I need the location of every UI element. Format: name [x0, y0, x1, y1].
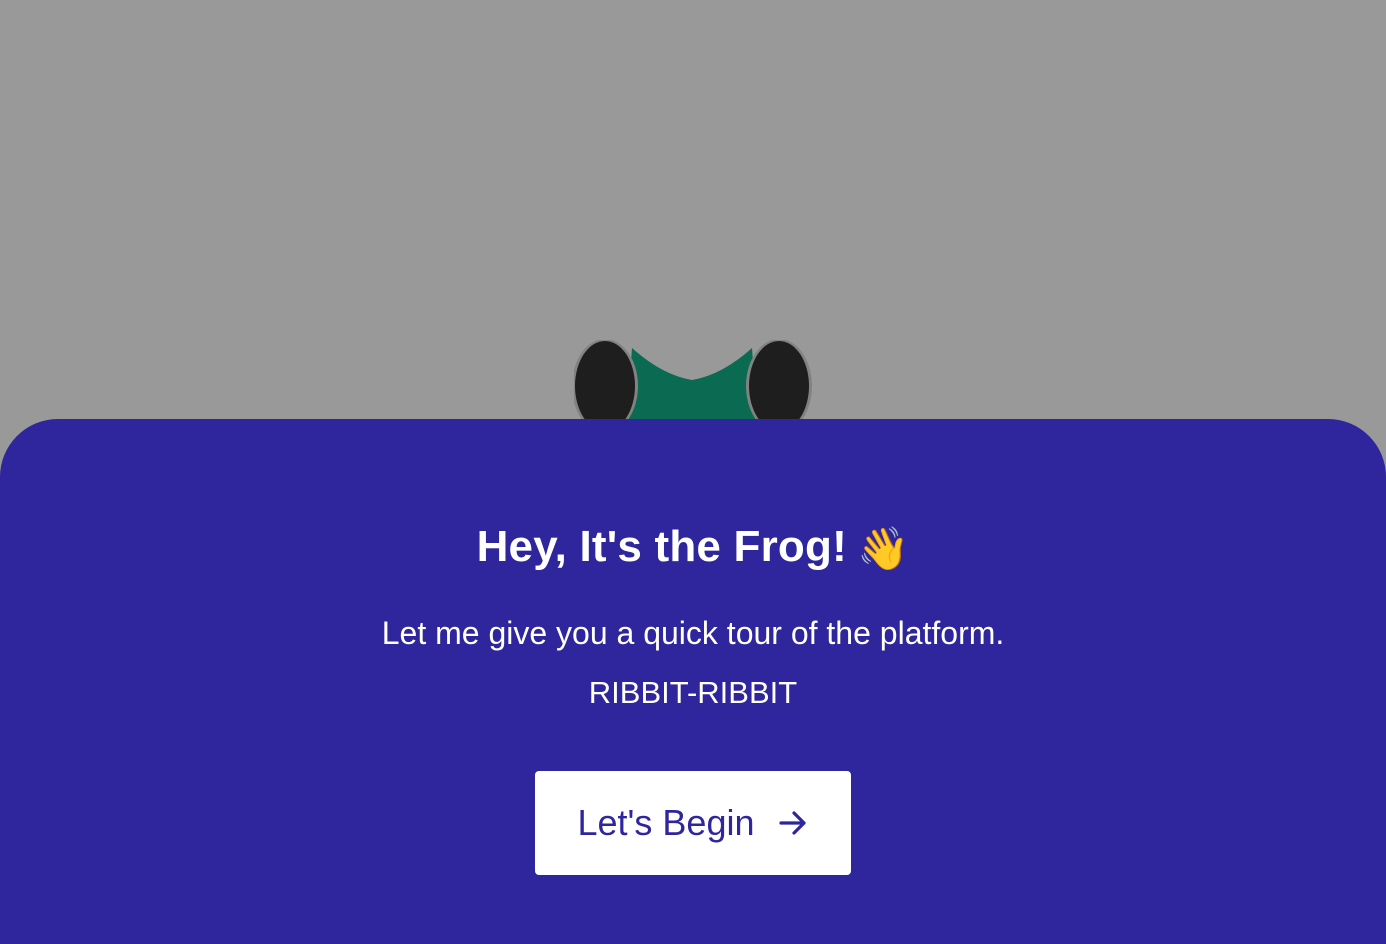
frog-icon	[574, 340, 812, 430]
welcome-title-text: Hey, It's the Frog!	[476, 522, 847, 571]
welcome-title: Hey, It's the Frog! 👋	[0, 521, 1386, 575]
onboarding-screen: Hey, It's the Frog! 👋 Let me give you a q…	[0, 0, 1386, 944]
welcome-message: Let me give you a quick tour of the plat…	[381, 615, 1005, 651]
welcome-panel: Hey, It's the Frog! 👋 Let me give you a q…	[0, 419, 1386, 944]
waving-hand-icon: 👋	[856, 525, 910, 572]
lets-begin-label: Let's Begin	[577, 802, 755, 843]
lets-begin-button[interactable]: Let's Begin	[535, 771, 851, 875]
arrow-right-icon	[777, 807, 809, 839]
welcome-tagline: RIBBIT-RIBBIT	[588, 675, 798, 710]
